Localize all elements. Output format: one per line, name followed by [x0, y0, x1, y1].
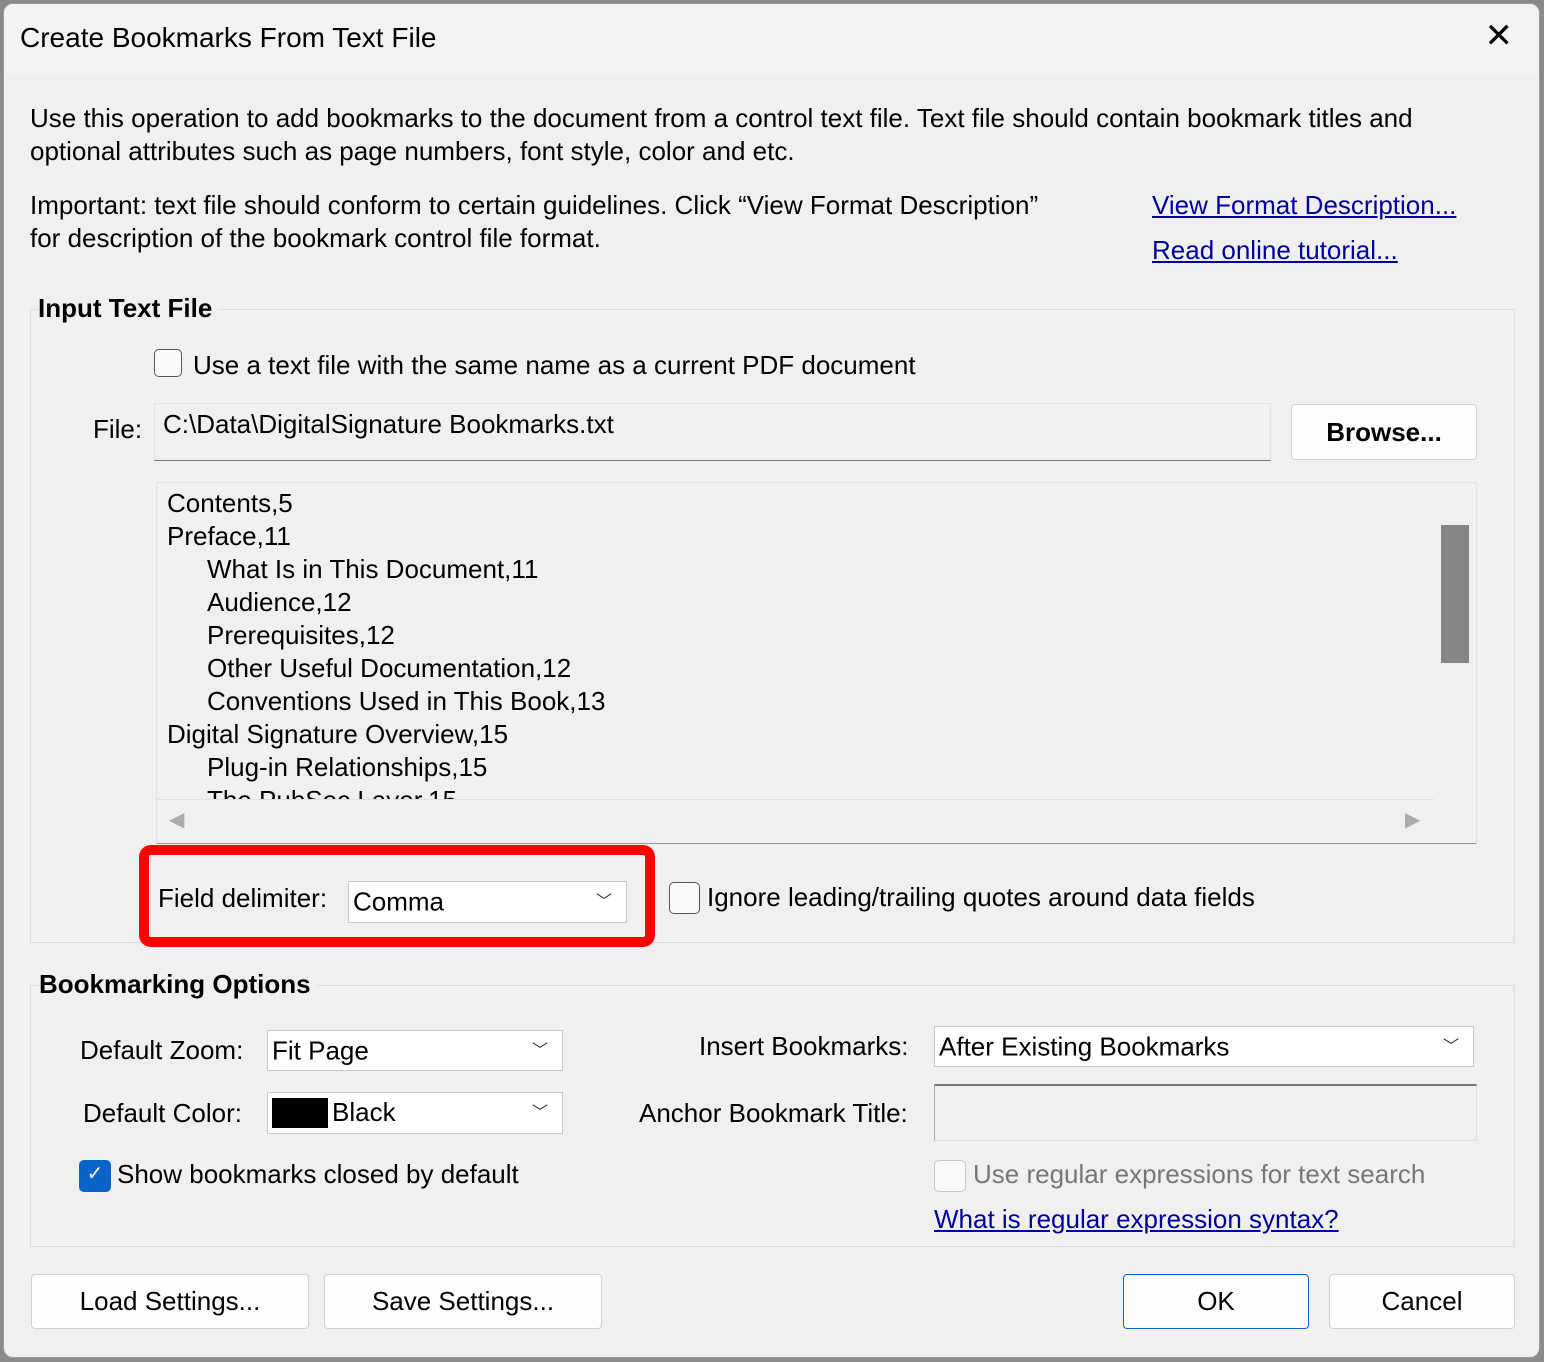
default-zoom-label: Default Zoom: [80, 1035, 244, 1065]
default-color-label: Default Color: [83, 1098, 242, 1128]
dialog-title: Create Bookmarks From Text File [20, 22, 437, 53]
preview-line: Digital Signature Overview,15 [167, 719, 509, 749]
preview-line: Prerequisites,12 [207, 620, 395, 650]
insert-bookmarks-select[interactable]: After Existing Bookmarks ﹀ [934, 1026, 1474, 1067]
important-line-2: for description of the bookmark control … [30, 223, 601, 253]
anchor-title-field[interactable] [934, 1084, 1477, 1141]
preview-line: The PubSec Layer,15 [207, 785, 458, 800]
preview-text: Contents,5 Preface,11 What Is in This Docu… [157, 483, 1434, 800]
browse-button[interactable]: Browse... [1291, 404, 1477, 460]
view-format-description-link[interactable]: View Format Description... [1152, 190, 1456, 221]
intro-line-2: optional attributes such as page numbers… [30, 136, 795, 166]
preview-line: Conventions Used in This Book,13 [207, 686, 606, 716]
preview-line: Audience,12 [207, 587, 352, 617]
show-closed-checkbox[interactable]: ✓ [79, 1160, 111, 1192]
ignore-quotes-checkbox[interactable] [669, 882, 700, 914]
field-delimiter-value: Comma [353, 886, 445, 917]
file-path-field[interactable]: C:\Data\DigitalSignature Bookmarks.txt [154, 403, 1271, 461]
preview-line: What Is in This Document,11 [207, 554, 539, 584]
intro-line-1: Use this operation to add bookmarks to t… [30, 103, 1413, 133]
default-zoom-value: Fit Page [272, 1035, 369, 1065]
field-delimiter-select[interactable]: Comma ﹀ [348, 881, 627, 923]
ignore-quotes-label: Ignore leading/trailing quotes around da… [707, 882, 1255, 912]
load-settings-button[interactable]: Load Settings... [31, 1274, 309, 1329]
dialog: Create Bookmarks From Text File ✕ Use th… [3, 3, 1540, 1358]
options-group-title: Bookmarking Options [39, 969, 317, 1000]
online-tutorial-link[interactable]: Read online tutorial... [1152, 235, 1398, 266]
regex-label: Use regular expressions for text search [973, 1159, 1426, 1189]
same-name-label: Use a text file with the same name as a … [193, 350, 916, 380]
default-color-value: Black [332, 1097, 396, 1127]
chevron-down-icon: ﹀ [531, 1042, 548, 1060]
ok-button[interactable]: OK [1123, 1274, 1309, 1329]
scroll-right-arrow-icon[interactable]: ▶ [1405, 807, 1420, 832]
preview-line: Other Useful Documentation,12 [207, 653, 572, 683]
show-closed-label: Show bookmarks closed by default [117, 1159, 519, 1189]
field-delimiter-label: Field delimiter: [158, 883, 328, 913]
insert-bookmarks-value: After Existing Bookmarks [939, 1031, 1230, 1061]
chevron-down-icon: ﹀ [595, 893, 612, 911]
close-icon[interactable]: ✕ [1485, 16, 1514, 56]
preview-box: Contents,5 Preface,11 What Is in This Docu… [156, 482, 1477, 844]
important-line-1: Important: text file should conform to c… [30, 190, 1039, 220]
input-group-title: Input Text File [38, 293, 219, 324]
preview-line: Plug-in Relationships,15 [207, 752, 488, 782]
same-name-checkbox[interactable] [154, 349, 182, 377]
preview-line: Preface,11 [167, 521, 291, 551]
anchor-title-label: Anchor Bookmark Title: [639, 1098, 908, 1128]
regex-checkbox[interactable] [934, 1160, 966, 1192]
regex-syntax-link[interactable]: What is regular expression syntax? [934, 1204, 1339, 1235]
cancel-button[interactable]: Cancel [1329, 1274, 1515, 1329]
insert-bookmarks-label: Insert Bookmarks: [699, 1031, 909, 1061]
scroll-left-arrow-icon[interactable]: ◀ [169, 807, 184, 832]
chevron-down-icon: ﹀ [1442, 1038, 1459, 1056]
file-label: File: [93, 414, 143, 444]
color-swatch [272, 1098, 328, 1128]
save-settings-button[interactable]: Save Settings... [324, 1274, 602, 1329]
default-color-select[interactable]: Black ﹀ [267, 1092, 563, 1134]
chevron-down-icon: ﹀ [531, 1104, 548, 1122]
vertical-scrollbar-thumb[interactable] [1441, 525, 1469, 663]
default-zoom-select[interactable]: Fit Page ﹀ [267, 1030, 563, 1071]
title-bar: Create Bookmarks From Text File ✕ [4, 4, 1539, 74]
preview-line: Contents,5 [167, 488, 293, 518]
file-path-value: C:\Data\DigitalSignature Bookmarks.txt [163, 409, 614, 439]
